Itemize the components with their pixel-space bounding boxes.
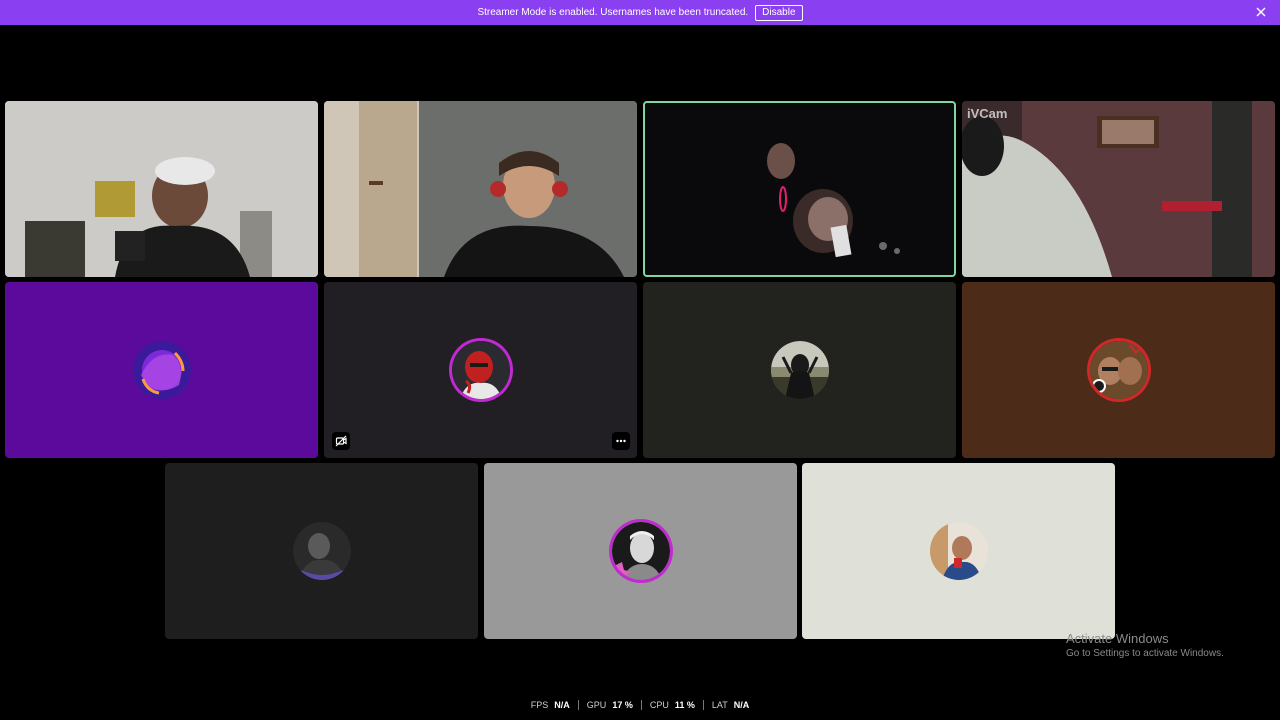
participant-video-tile[interactable] bbox=[5, 101, 318, 277]
disable-streamer-mode-button[interactable]: Disable bbox=[755, 4, 803, 21]
participant-video-tile[interactable] bbox=[324, 101, 637, 277]
participant-avatar-tile[interactable] bbox=[165, 463, 478, 639]
gpu-label: GPU bbox=[586, 700, 607, 710]
streamer-mode-message: Streamer Mode is enabled. Usernames have… bbox=[477, 7, 749, 18]
cpu-stat: CPU 11 % bbox=[642, 700, 703, 710]
latency-label: LAT bbox=[711, 700, 728, 710]
watermark-subtitle: Go to Settings to activate Windows. bbox=[1066, 648, 1224, 659]
participant-avatar-tile[interactable] bbox=[484, 463, 797, 639]
participant-avatar bbox=[1089, 341, 1148, 399]
participant-video-tile[interactable]: iVCam bbox=[962, 101, 1275, 277]
latency-stat: LAT N/A bbox=[704, 700, 757, 710]
participant-avatar bbox=[611, 522, 670, 580]
watermark-title: Activate Windows bbox=[1066, 631, 1169, 646]
video-off-icon[interactable] bbox=[332, 432, 350, 450]
participant-avatar bbox=[451, 341, 510, 399]
participant-avatar-tile[interactable] bbox=[962, 282, 1275, 458]
performance-stats-bar: FPS N/A GPU 17 % CPU 11 % LAT N/A bbox=[0, 698, 1280, 712]
gpu-stat: GPU 17 % bbox=[579, 700, 641, 710]
more-options-icon[interactable] bbox=[612, 432, 630, 450]
participant-avatar bbox=[292, 522, 351, 580]
windows-activation-watermark: Activate Windows Go to Settings to activ… bbox=[1066, 631, 1224, 661]
participant-avatar-tile[interactable] bbox=[5, 282, 318, 458]
fps-label: FPS bbox=[530, 700, 549, 710]
camera-source-label: iVCam bbox=[967, 106, 1008, 121]
participant-video-tile-speaking[interactable] bbox=[643, 101, 956, 277]
gpu-value: 17 % bbox=[612, 700, 633, 710]
cpu-value: 11 % bbox=[674, 700, 695, 710]
participant-avatar-tile[interactable] bbox=[643, 282, 956, 458]
streamer-mode-banner: Streamer Mode is enabled. Usernames have… bbox=[0, 0, 1280, 25]
participant-avatar-tile[interactable] bbox=[324, 282, 637, 458]
cpu-label: CPU bbox=[649, 700, 669, 710]
participant-avatar bbox=[929, 522, 988, 580]
participant-avatar bbox=[770, 341, 829, 399]
close-icon[interactable] bbox=[1254, 5, 1268, 19]
participant-avatar bbox=[132, 341, 191, 399]
fps-stat: FPS N/A bbox=[523, 700, 578, 710]
fps-value: N/A bbox=[554, 700, 570, 710]
participant-avatar-tile[interactable] bbox=[802, 463, 1115, 639]
latency-value: N/A bbox=[733, 700, 750, 710]
